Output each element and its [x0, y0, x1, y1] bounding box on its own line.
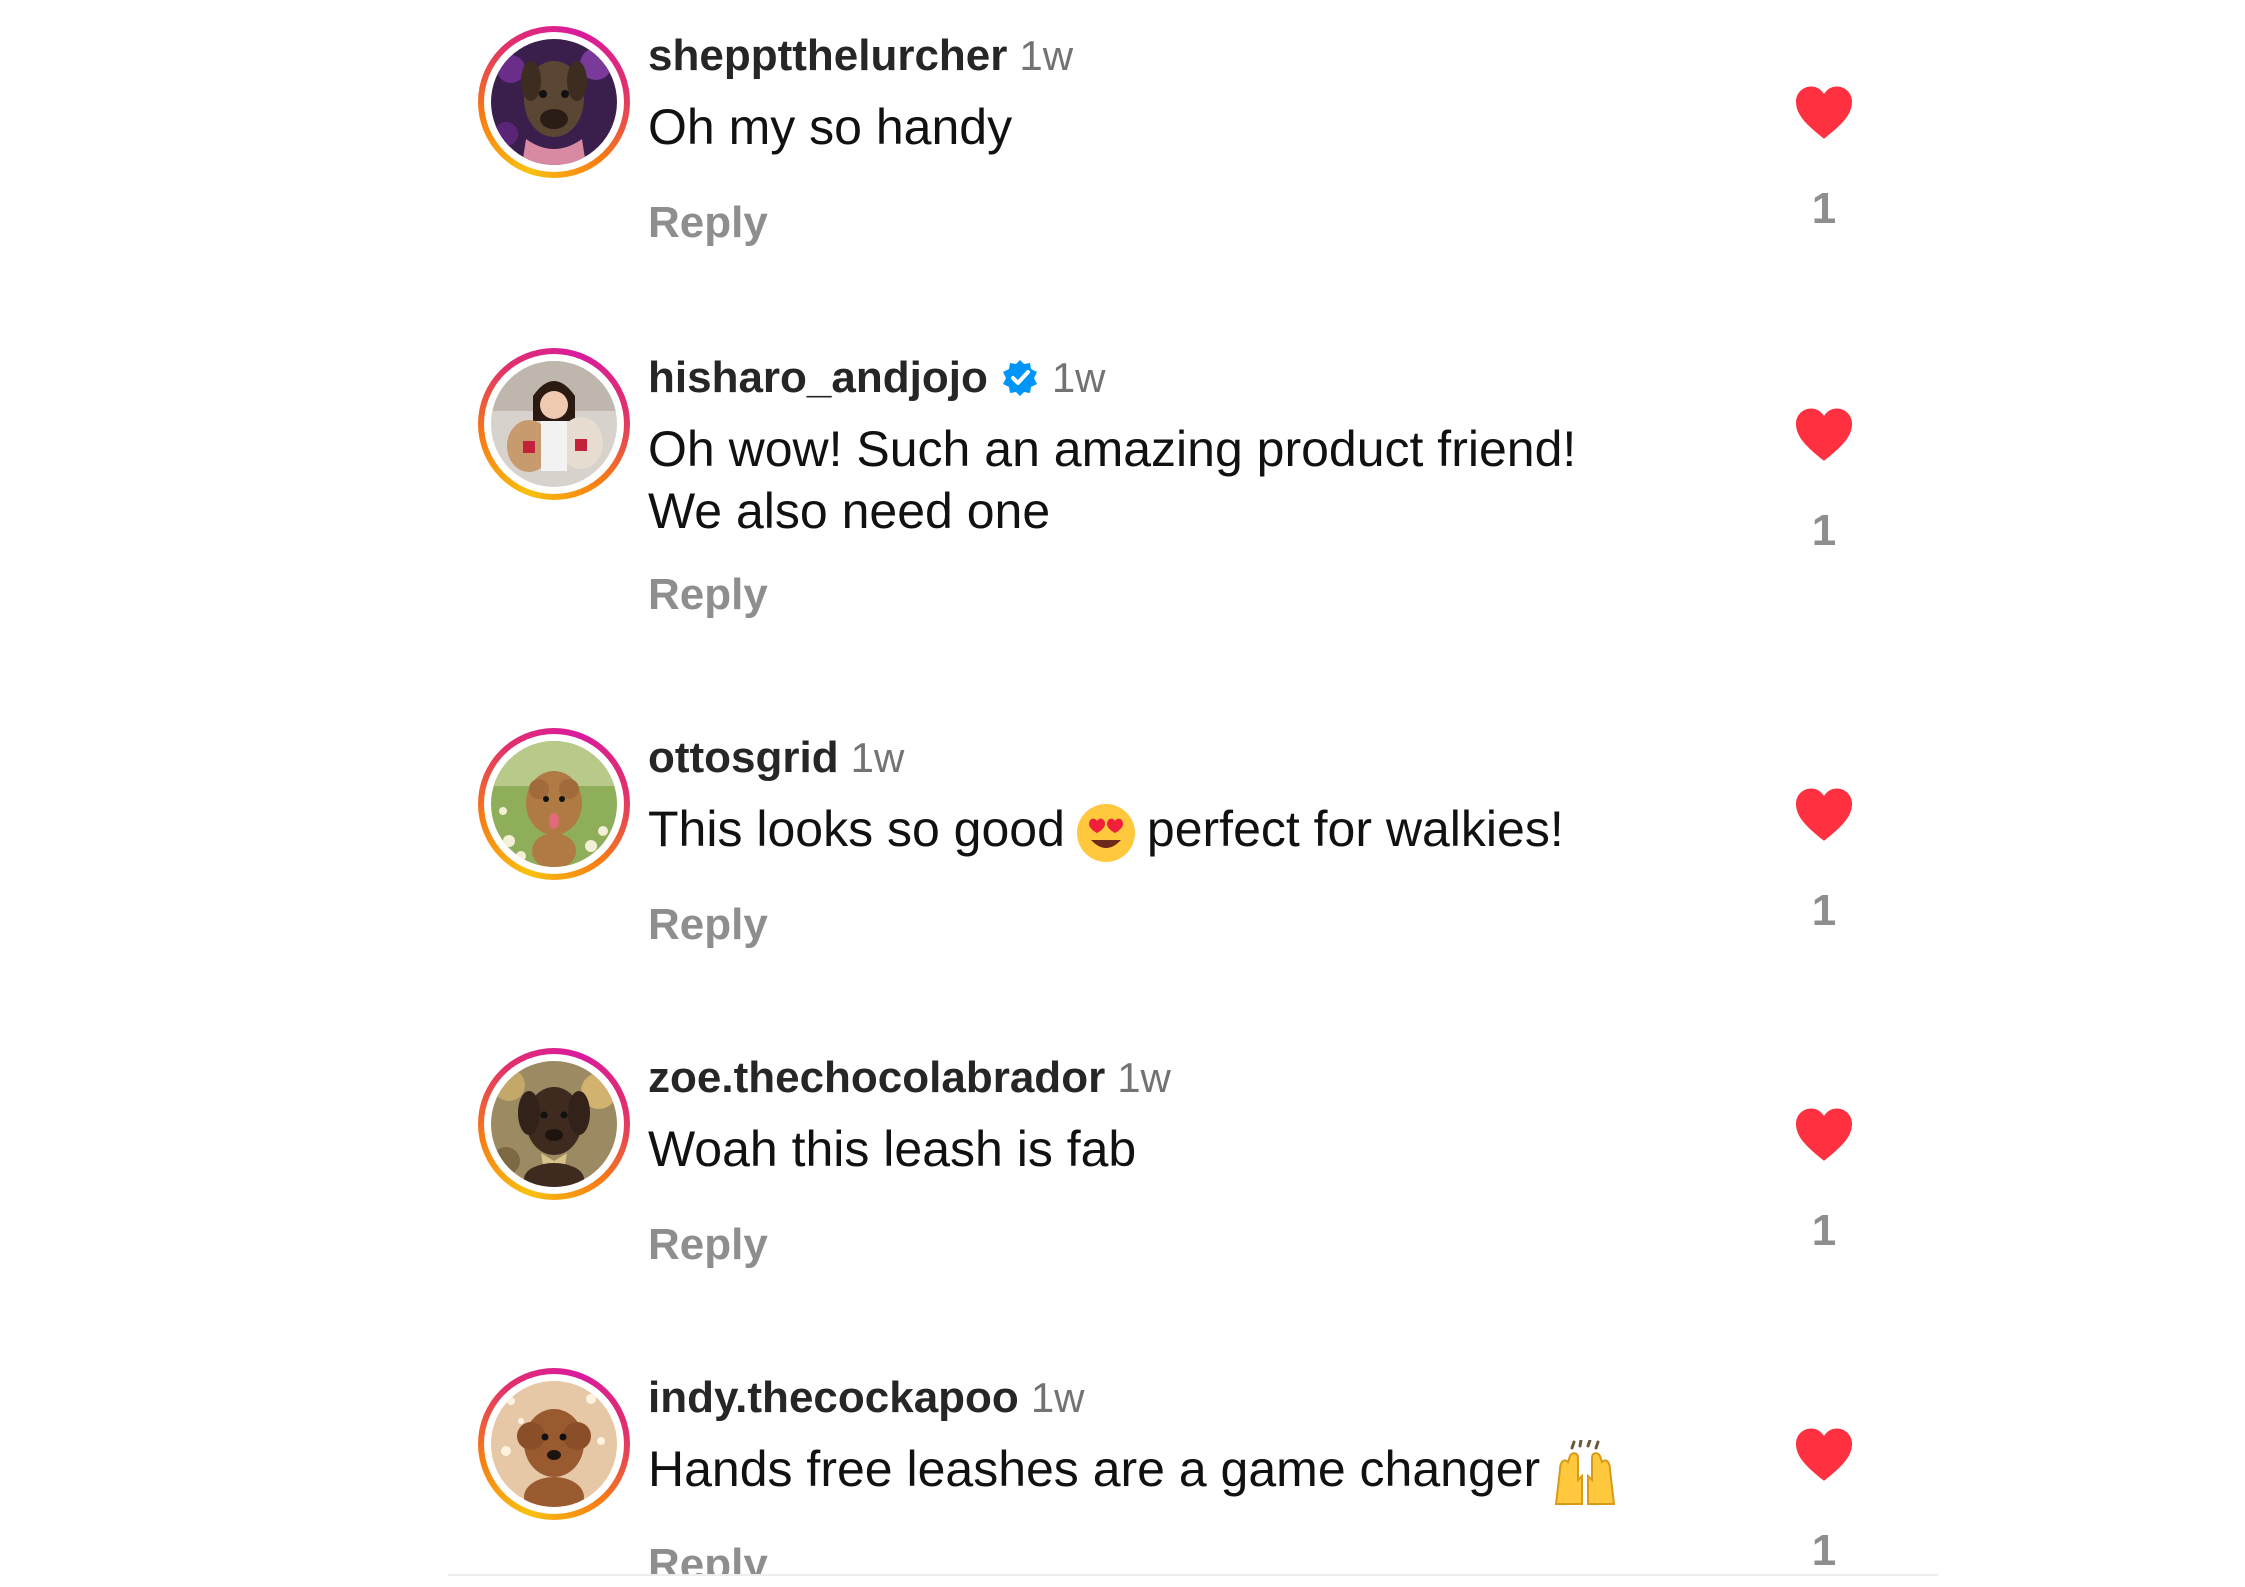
- like-heart-icon[interactable]: [1793, 1426, 1855, 1482]
- reply-button[interactable]: Reply: [648, 900, 768, 950]
- like-heart-icon[interactable]: [1793, 84, 1855, 140]
- heart-eyes-emoji-icon: [1076, 803, 1135, 862]
- story-ring[interactable]: [478, 1048, 630, 1200]
- username[interactable]: hisharo_andjojo: [648, 353, 988, 403]
- verified-badge-icon: [1002, 360, 1037, 396]
- timestamp: 1w: [1051, 354, 1106, 401]
- dog-avatar-image: [491, 39, 617, 165]
- reply-button[interactable]: Reply: [648, 1540, 768, 1575]
- username[interactable]: zoe.thechocolabrador: [648, 1053, 1105, 1103]
- comments-panel: shepptthelurcher 1w Oh my so handy Reply…: [448, 0, 1938, 1575]
- chocolate-labrador-avatar-image: [491, 1061, 617, 1187]
- comment-text-segment: perfect for walkies!: [1146, 801, 1564, 857]
- like-count: 1: [1811, 886, 1837, 935]
- username[interactable]: shepptthelurcher: [648, 31, 1007, 81]
- like-heart-icon[interactable]: [1793, 406, 1855, 462]
- avatar[interactable]: [491, 741, 617, 867]
- like-count: 1: [1811, 1526, 1837, 1575]
- comment-text-line: Oh my so handy: [648, 99, 1013, 155]
- like-count: 1: [1811, 184, 1837, 233]
- cockapoo-avatar-image: [491, 1381, 617, 1507]
- comment-text-segment: Hands free leashes are a game changer: [648, 1441, 1541, 1497]
- story-ring[interactable]: [478, 728, 630, 880]
- reply-button[interactable]: Reply: [648, 198, 768, 248]
- comment-text: This looks so good perfect for walkies!: [648, 798, 1564, 864]
- comment-text: Woah this leash is fab: [648, 1118, 1136, 1180]
- reply-button[interactable]: Reply: [648, 1220, 768, 1270]
- raising-hands-emoji-icon: [1555, 1439, 1616, 1505]
- list-bottom-divider: [448, 1574, 1938, 1576]
- comment-text: Oh my so handy: [648, 96, 1012, 158]
- avatar[interactable]: [491, 361, 617, 487]
- username[interactable]: ottosgrid: [648, 733, 839, 783]
- like-heart-icon[interactable]: [1793, 786, 1855, 842]
- comment-text-line: We also need one: [648, 483, 1051, 539]
- comment-text-line: Oh wow! Such an amazing product friend!: [648, 421, 1577, 477]
- username[interactable]: indy.thecockapoo: [648, 1373, 1019, 1423]
- avatar[interactable]: [491, 39, 617, 165]
- avatar[interactable]: [491, 1061, 617, 1187]
- like-count: 1: [1811, 1206, 1837, 1255]
- avatar[interactable]: [491, 1381, 617, 1507]
- timestamp: 1w: [1019, 32, 1074, 79]
- comment-text: Oh wow! Such an amazing product friend! …: [648, 418, 1576, 542]
- comment-text: Hands free leashes are a game changer: [648, 1438, 1630, 1506]
- person-with-dogs-avatar-image: [491, 361, 617, 487]
- timestamp: 1w: [850, 734, 905, 781]
- comment-text-line: Woah this leash is fab: [648, 1121, 1137, 1177]
- like-count: 1: [1811, 506, 1837, 555]
- reply-button[interactable]: Reply: [648, 570, 768, 620]
- story-ring[interactable]: [478, 26, 630, 178]
- timestamp: 1w: [1030, 1374, 1085, 1421]
- comment-text-segment: This looks so good: [648, 801, 1065, 857]
- timestamp: 1w: [1117, 1054, 1171, 1101]
- story-ring[interactable]: [478, 1368, 630, 1520]
- dog-in-field-avatar-image: [491, 741, 617, 867]
- story-ring[interactable]: [478, 348, 630, 500]
- like-heart-icon[interactable]: [1793, 1106, 1855, 1162]
